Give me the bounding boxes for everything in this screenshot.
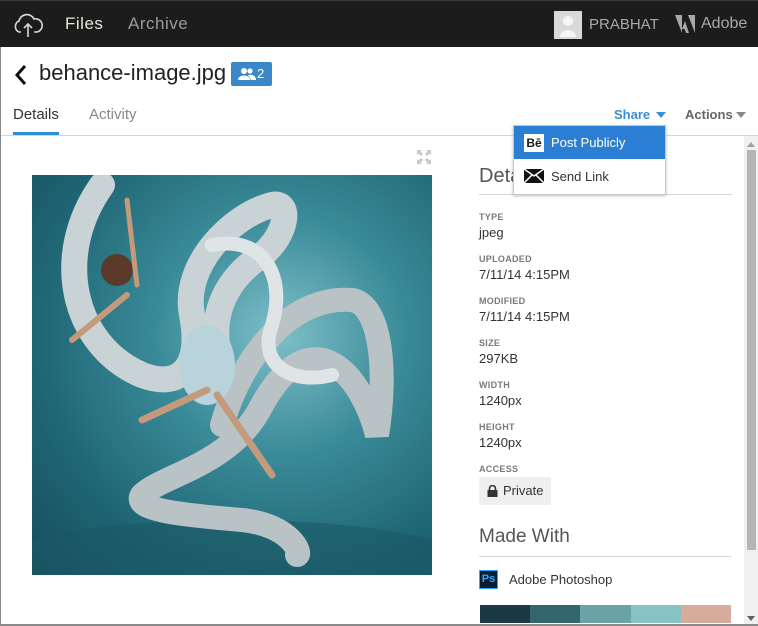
share-caret-icon[interactable] bbox=[656, 112, 666, 118]
made-with-heading: Made With bbox=[479, 526, 570, 547]
lock-icon bbox=[487, 485, 498, 497]
width-label: WIDTH bbox=[479, 380, 510, 390]
app-name[interactable]: Adobe Photoshop bbox=[509, 572, 612, 587]
color-swatch[interactable] bbox=[530, 605, 581, 623]
scroll-down-arrow-icon[interactable] bbox=[747, 616, 755, 621]
avatar[interactable] bbox=[554, 11, 582, 39]
actions-menu-button[interactable]: Actions bbox=[685, 107, 733, 122]
access-private-button[interactable]: Private bbox=[479, 477, 551, 505]
username[interactable]: PRABHAT bbox=[589, 16, 659, 33]
behance-icon: Bē bbox=[524, 134, 544, 152]
share-menu-button[interactable]: Share bbox=[614, 107, 650, 122]
color-swatch[interactable] bbox=[630, 605, 681, 623]
creative-cloud-upload-icon[interactable] bbox=[12, 12, 44, 38]
tab-details[interactable]: Details bbox=[13, 106, 59, 123]
scroll-up-arrow-icon[interactable] bbox=[747, 142, 755, 147]
type-label: TYPE bbox=[479, 212, 504, 222]
uploaded-value: 7/11/14 4:15PM bbox=[479, 267, 570, 282]
user-silhouette-icon bbox=[560, 16, 576, 37]
height-label: HEIGHT bbox=[479, 422, 515, 432]
size-value: 297KB bbox=[479, 351, 519, 366]
photoshop-icon: Ps bbox=[479, 570, 498, 589]
width-value: 1240px bbox=[479, 393, 522, 408]
top-navigation-bar: Files Archive PRABHAT Adobe bbox=[0, 0, 758, 47]
collaborators-icon bbox=[238, 68, 256, 80]
menu-item-send-link[interactable]: Send Link bbox=[514, 160, 665, 193]
dancer-with-ribbons-image bbox=[32, 175, 432, 575]
made-with-divider bbox=[479, 556, 732, 557]
scrollbar-thumb[interactable] bbox=[747, 150, 756, 550]
nav-archive[interactable]: Archive bbox=[128, 14, 188, 34]
height-value: 1240px bbox=[479, 435, 522, 450]
file-name-title: behance-image.jpg bbox=[39, 60, 227, 85]
type-value: jpeg bbox=[479, 225, 504, 240]
share-dropdown-menu: Bē Post Publicly Send Link bbox=[513, 125, 666, 195]
color-swatch[interactable] bbox=[480, 605, 531, 623]
color-palette bbox=[480, 605, 732, 623]
modified-value: 7/11/14 4:15PM bbox=[479, 309, 570, 324]
menu-item-label: Send Link bbox=[551, 169, 609, 184]
tab-activity[interactable]: Activity bbox=[89, 106, 137, 123]
access-value: Private bbox=[503, 483, 544, 498]
menu-item-post-publicly[interactable]: Bē Post Publicly bbox=[514, 126, 665, 159]
size-label: SIZE bbox=[479, 338, 501, 348]
window-edge bbox=[0, 47, 1, 626]
adobe-logo-icon bbox=[675, 15, 695, 33]
back-chevron-icon[interactable] bbox=[12, 63, 30, 87]
nav-files[interactable]: Files bbox=[65, 14, 103, 34]
actions-caret-icon[interactable] bbox=[736, 112, 746, 118]
modified-label: MODIFIED bbox=[479, 296, 526, 306]
menu-item-label: Post Publicly bbox=[551, 135, 626, 150]
adobe-brand-label[interactable]: Adobe bbox=[701, 15, 747, 33]
access-label: ACCESS bbox=[479, 464, 519, 474]
color-swatch[interactable] bbox=[680, 605, 732, 623]
file-preview-image[interactable] bbox=[32, 175, 432, 575]
color-swatch[interactable] bbox=[580, 605, 631, 623]
details-scrollbar[interactable] bbox=[744, 136, 758, 626]
mail-icon bbox=[524, 169, 544, 183]
collaborators-count: 2 bbox=[257, 66, 265, 81]
collaborators-button[interactable]: 2 bbox=[231, 62, 272, 86]
uploaded-label: UPLOADED bbox=[479, 254, 532, 264]
expand-fullscreen-icon[interactable] bbox=[416, 149, 432, 165]
